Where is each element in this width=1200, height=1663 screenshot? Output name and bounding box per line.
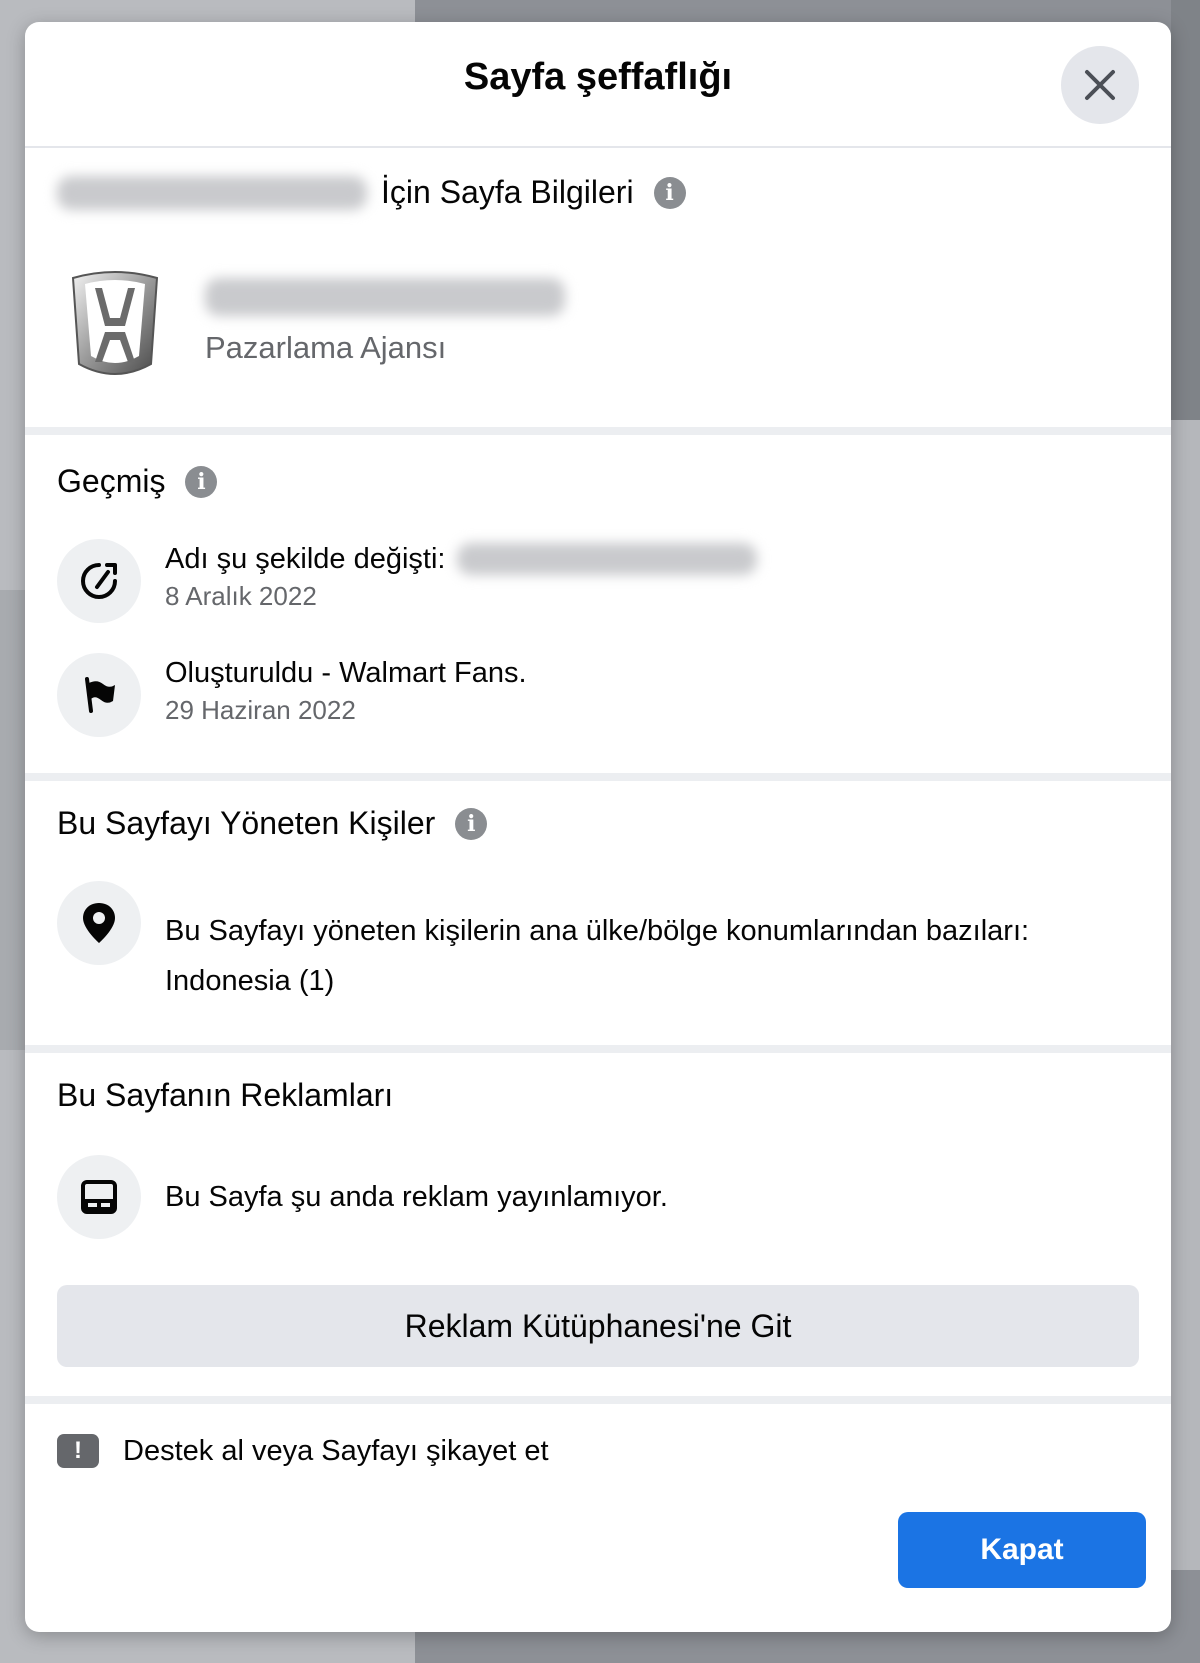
gauge-icon: [81, 563, 117, 599]
redacted-page-name: [57, 175, 367, 210]
dialog-footer: ! Destek al veya Sayfayı şikayet et Kapa…: [25, 1404, 1171, 1604]
page-transparency-dialog: Sayfa şeffaflığı İçin Sayfa Bilgileri i: [25, 22, 1171, 1632]
background-tile: [1171, 420, 1200, 1570]
history-item-date: 29 Haziran 2022: [165, 695, 356, 725]
ads-status-text: Bu Sayfa şu anda reklam yayınlamıyor.: [165, 1181, 668, 1213]
created-icon-wrap: [57, 653, 141, 737]
ads-icon-wrap: [57, 1155, 141, 1239]
close-button[interactable]: [1061, 46, 1139, 124]
page-info-heading-row: İçin Sayfa Bilgileri i: [57, 174, 686, 211]
background-tile: [1171, 0, 1200, 420]
location-icon-wrap: [57, 881, 141, 965]
page-avatar: [65, 266, 165, 386]
dialog-title: Sayfa şeffaflığı: [463, 56, 733, 98]
page-info-section: İçin Sayfa Bilgileri i Pazarlama Ajansı: [25, 148, 1171, 435]
ads-heading-row: Bu Sayfanın Reklamları: [57, 1077, 393, 1114]
history-item-created: Oluşturuldu - Walmart Fans. 29 Haziran 2…: [57, 653, 527, 737]
support-report-label: Destek al veya Sayfayı şikayet et: [123, 1434, 549, 1467]
name-change-icon-wrap: [57, 539, 141, 623]
history-item-name-change: Adı şu şekilde değişti: 8 Aralık 2022: [57, 539, 758, 623]
managers-heading-row: Bu Sayfayı Yöneten Kişiler i: [57, 805, 488, 842]
close-dialog-button[interactable]: Kapat: [898, 1512, 1146, 1588]
history-heading: Geçmiş: [57, 463, 166, 499]
page-info-heading: İçin Sayfa Bilgileri: [381, 174, 634, 210]
location-pin-icon: [83, 903, 115, 943]
history-item-label: Adı şu şekilde değişti:: [165, 543, 446, 575]
background-tile: [0, 830, 25, 1050]
managers-location-item: Bu Sayfayı yöneten kişilerin ana ülke/bö…: [57, 881, 1029, 1001]
close-icon: [1085, 70, 1115, 100]
page-category: Pazarlama Ajansı: [205, 330, 447, 365]
history-item-label: Oluşturuldu - Walmart Fans.: [165, 657, 527, 689]
ads-status-item: Bu Sayfa şu anda reklam yayınlamıyor.: [57, 1155, 668, 1239]
car-logo-icon: [71, 271, 159, 375]
page-identity: Pazarlama Ajansı: [205, 278, 565, 366]
managers-section: Bu Sayfayı Yöneten Kişiler i Bu Sayfayı …: [25, 781, 1171, 1053]
info-icon[interactable]: i: [653, 176, 686, 209]
managers-heading: Bu Sayfayı Yöneten Kişiler: [57, 805, 436, 841]
support-report-link[interactable]: ! Destek al veya Sayfayı şikayet et: [57, 1434, 549, 1468]
ads-section: Bu Sayfanın Reklamları Bu Sayfa şu anda …: [25, 1053, 1171, 1404]
ads-heading: Bu Sayfanın Reklamları: [57, 1077, 394, 1113]
info-icon[interactable]: i: [185, 465, 218, 498]
redacted-page-title: [205, 278, 565, 316]
history-heading-row: Geçmiş i: [57, 463, 218, 500]
info-icon[interactable]: i: [455, 807, 488, 840]
managers-location-text: Bu Sayfayı yöneten kişilerin ana ülke/bö…: [165, 915, 1030, 947]
history-section: Geçmiş i Adı şu şekilde değişti: 8 Aralı…: [25, 435, 1171, 781]
dialog-header: Sayfa şeffaflığı: [25, 22, 1171, 148]
ad-board-icon: [81, 1180, 117, 1214]
ad-library-button[interactable]: Reklam Kütüphanesi'ne Git: [57, 1285, 1139, 1367]
managers-countries: Indonesia (1): [165, 965, 335, 997]
flag-icon: [85, 677, 115, 713]
redacted-new-name: [457, 543, 758, 575]
history-item-date: 8 Aralık 2022: [165, 581, 317, 611]
report-icon: !: [57, 1434, 99, 1468]
background-tile: [0, 590, 25, 830]
